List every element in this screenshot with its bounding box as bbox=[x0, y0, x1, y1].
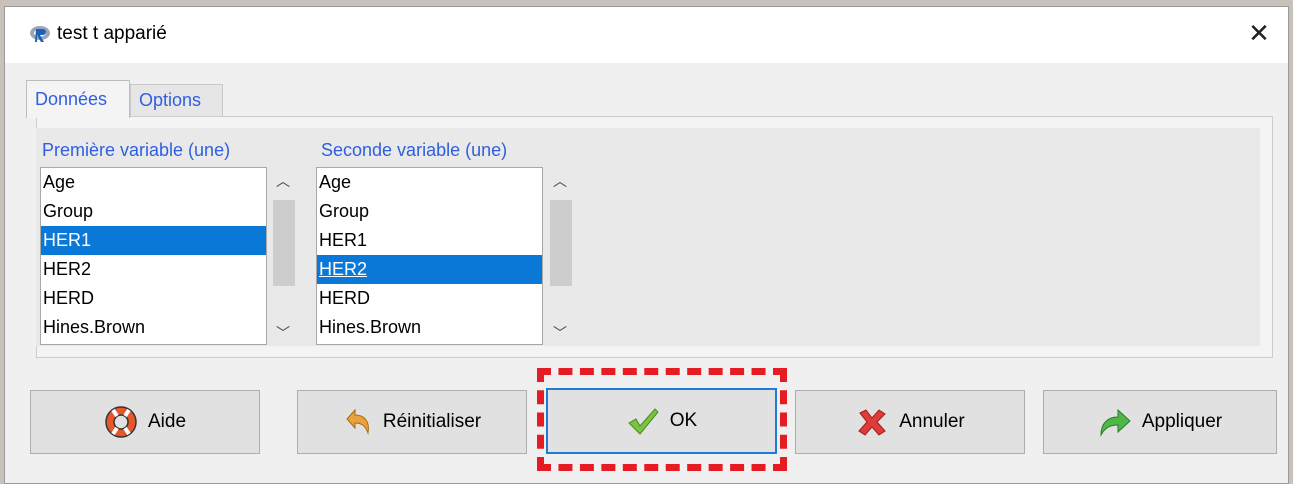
scroll-thumb[interactable] bbox=[273, 200, 295, 286]
list-item-label: Hines.Brown bbox=[43, 317, 146, 337]
cancel-button[interactable]: Annuler bbox=[795, 390, 1025, 454]
list-item-label: HER1 bbox=[319, 230, 368, 250]
list-item[interactable]: Group bbox=[41, 197, 266, 226]
list-item-label: HER2 bbox=[319, 259, 368, 279]
list-item-label: Group bbox=[319, 201, 370, 221]
first-variable-label: Première variable (une) bbox=[42, 140, 231, 160]
scroll-down-icon[interactable]: ﹀ bbox=[548, 323, 572, 345]
second-variable-list[interactable]: Age Group HER1 HER2 HERD Hines.Brown bbox=[316, 167, 543, 345]
title-bar: test t apparié ✕ bbox=[5, 7, 1288, 63]
list-item-label: HERD bbox=[319, 288, 371, 308]
list-item-label: HER2 bbox=[43, 259, 92, 279]
list-item[interactable]: Group bbox=[317, 197, 542, 226]
list-item[interactable]: HER2 bbox=[41, 255, 266, 284]
scroll-up-icon[interactable]: ︿ bbox=[271, 171, 295, 193]
help-button-label: Aide bbox=[147, 411, 187, 432]
second-list-scrollbar[interactable]: ︿ ﹀ bbox=[548, 167, 572, 345]
tab-donnees[interactable]: Données bbox=[26, 80, 130, 118]
lifebuoy-icon bbox=[105, 406, 137, 438]
list-item-label: Hines.Brown bbox=[319, 317, 422, 337]
apply-button-label: Appliquer bbox=[1141, 411, 1223, 432]
ok-button-label: OK bbox=[669, 410, 698, 431]
r-logo-icon bbox=[30, 26, 50, 42]
list-item[interactable]: Hines.Brown bbox=[317, 313, 542, 342]
list-item-label: HERD bbox=[43, 288, 95, 308]
list-item-label: HER1 bbox=[43, 230, 92, 250]
help-button[interactable]: Aide bbox=[30, 390, 260, 454]
green-arrow-icon bbox=[1100, 408, 1131, 437]
red-x-icon bbox=[858, 409, 887, 436]
list-item-selected[interactable]: HER1 bbox=[41, 226, 266, 255]
list-item[interactable]: HER1 bbox=[317, 226, 542, 255]
apply-button[interactable]: Appliquer bbox=[1043, 390, 1277, 454]
list-item-label: Age bbox=[319, 172, 352, 192]
list-item[interactable]: HERD bbox=[317, 284, 542, 313]
scroll-down-icon[interactable]: ﹀ bbox=[271, 323, 295, 345]
checkmark-icon bbox=[627, 408, 659, 435]
list-item[interactable]: HERD bbox=[41, 284, 266, 313]
reset-button[interactable]: Réinitialiser bbox=[297, 390, 527, 454]
cancel-button-label: Annuler bbox=[899, 411, 965, 432]
ok-button[interactable]: OK bbox=[546, 388, 777, 454]
scroll-up-icon[interactable]: ︿ bbox=[548, 171, 572, 193]
undo-arrow-icon bbox=[346, 408, 369, 435]
close-icon[interactable]: ✕ bbox=[1242, 17, 1276, 51]
list-item[interactable]: Hines.Brown bbox=[41, 313, 266, 342]
window-title: test t apparié bbox=[57, 23, 167, 44]
list-item-label: Age bbox=[43, 172, 76, 192]
list-item[interactable]: Age bbox=[41, 168, 266, 197]
first-list-scrollbar[interactable]: ︿ ﹀ bbox=[271, 167, 295, 345]
reset-button-label: Réinitialiser bbox=[382, 411, 482, 432]
list-item-label: Group bbox=[43, 201, 94, 221]
list-item-selected[interactable]: HER2 bbox=[317, 255, 542, 284]
scroll-thumb[interactable] bbox=[550, 200, 572, 286]
list-item[interactable]: Age bbox=[317, 168, 542, 197]
second-variable-label: Seconde variable (une) bbox=[321, 140, 508, 160]
tab-options[interactable]: Options bbox=[130, 84, 223, 116]
first-variable-list[interactable]: Age Group HER1 HER2 HERD Hines.Brown bbox=[40, 167, 267, 345]
